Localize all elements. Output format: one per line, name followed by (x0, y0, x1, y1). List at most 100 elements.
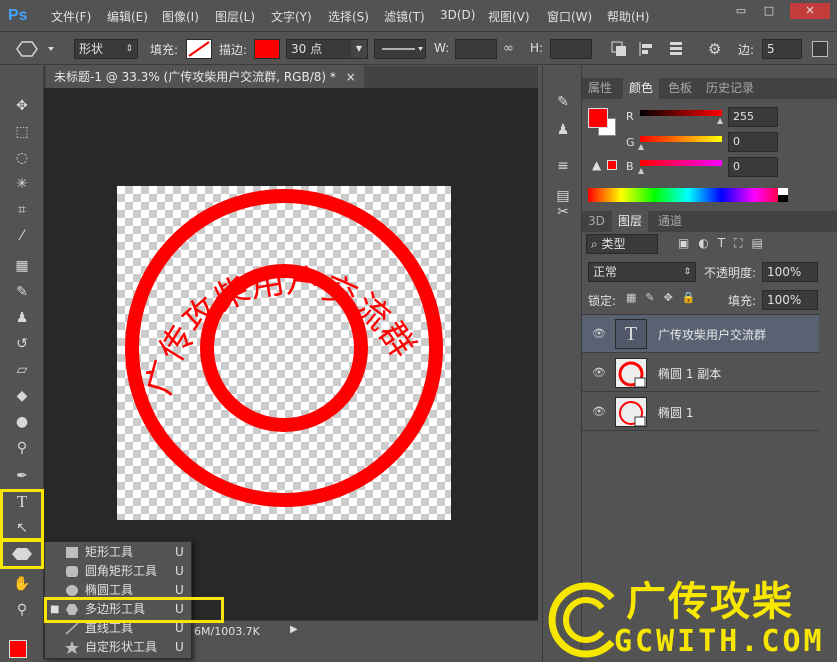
updown-arrow-icon: ⇕ (683, 267, 691, 277)
menu-image[interactable]: 图像(I) (162, 8, 199, 25)
color-spectrum-bar[interactable] (588, 188, 788, 202)
menu-3d[interactable]: 3D(D) (440, 8, 475, 22)
close-button[interactable]: ✕ (790, 3, 830, 19)
character-panel-icon[interactable]: ≡ (549, 154, 577, 178)
maximize-button[interactable]: □ (756, 3, 782, 19)
menu-bar: Ps 文件(F) 编辑(E) 图像(I) 图层(L) 文字(Y) 选择(S) 滤… (0, 0, 837, 32)
tab-close-icon[interactable]: × (346, 70, 356, 84)
eraser-tool-icon[interactable]: ▱ (8, 358, 36, 382)
stroke-swatch[interactable] (254, 39, 280, 59)
height-field[interactable] (550, 39, 592, 59)
flyout-rectangle-tool[interactable]: 矩形工具 U (45, 543, 191, 562)
document-canvas[interactable]: 广传攻柴用户交流群 (117, 186, 451, 520)
layer-row-text[interactable]: 👁 T 广传攻柴用户交流群 (582, 315, 819, 353)
status-arrow-icon[interactable]: ▶ (290, 624, 298, 635)
opacity-field[interactable]: 100% (762, 262, 818, 282)
paint-bucket-tool-icon[interactable]: ◆ (8, 384, 36, 408)
green-value-field[interactable]: 0 (728, 132, 778, 152)
color-panel-foreground-swatch[interactable] (588, 108, 608, 128)
path-arrangement-icon[interactable] (666, 39, 688, 59)
magic-wand-tool-icon[interactable]: ✳ (8, 172, 36, 196)
flyout-custom-shape-tool[interactable]: 自定形状工具 U (45, 638, 191, 657)
width-field[interactable] (455, 39, 497, 59)
zoom-tool-icon[interactable]: ⚲ (8, 598, 36, 622)
menu-view[interactable]: 视图(V) (488, 8, 530, 25)
layer-filter-select[interactable]: ⌕ 类型 (586, 234, 658, 254)
tab-3d[interactable]: 3D (582, 211, 611, 232)
foreground-color-swatch[interactable] (9, 640, 27, 658)
lasso-tool-icon[interactable]: ◌ (8, 146, 36, 170)
blur-tool-icon[interactable]: ● (8, 410, 36, 434)
right-panels: 属性 颜色 色板 历史记录 ▲ R ▲ 255 G ▲ 0 B ▲ 0 3D 图… (582, 66, 837, 662)
layer-row-ellipse-copy[interactable]: 👁 椭圆 1 副本 (582, 354, 819, 392)
brush-tool-icon[interactable]: ✎ (8, 280, 36, 304)
fill-field[interactable]: 100% (762, 290, 818, 310)
web-safe-swatch[interactable] (607, 160, 617, 170)
lock-icons[interactable]: ▦✎✥🔒 (626, 291, 705, 304)
tools-panel-icon[interactable]: ✂ (549, 200, 577, 224)
path-alignment-icon[interactable] (636, 39, 658, 59)
menu-edit[interactable]: 编辑(E) (107, 8, 148, 25)
tab-properties[interactable]: 属性 (582, 78, 618, 99)
history-brush-tool-icon[interactable]: ↺ (8, 332, 36, 356)
green-slider[interactable] (640, 136, 722, 142)
menu-type[interactable]: 文字(Y) (271, 8, 312, 25)
stamp-text: 广传攻柴用户交流群 (139, 261, 422, 399)
align-edges-checkbox[interactable] (812, 41, 828, 57)
minimize-button[interactable]: ▭ (728, 3, 754, 19)
menu-filter[interactable]: 滤镜(T) (384, 8, 425, 25)
path-operations-icon[interactable] (608, 39, 630, 59)
blue-value-field[interactable]: 0 (728, 157, 778, 177)
flyout-rounded-rectangle-tool[interactable]: 圆角矩形工具 U (45, 562, 191, 581)
eye-icon[interactable]: 👁 (592, 327, 606, 341)
tab-history[interactable]: 历史记录 (700, 78, 760, 99)
hand-tool-icon[interactable]: ✋ (8, 572, 36, 596)
red-slider-handle[interactable]: ▲ (717, 116, 723, 125)
line-icon (65, 622, 79, 635)
stroke-type-select[interactable] (374, 39, 426, 59)
blue-slider-handle[interactable]: ▲ (638, 166, 644, 175)
clone-stamp-tool-icon[interactable]: ♟ (8, 306, 36, 330)
gear-icon[interactable]: ⚙ (708, 39, 728, 59)
tab-color[interactable]: 颜色 (623, 78, 660, 99)
blue-slider[interactable] (640, 160, 722, 166)
pen-tool-icon[interactable]: ✒ (8, 464, 36, 488)
eyedropper-tool-icon[interactable]: ⁄ (8, 224, 36, 248)
menu-file[interactable]: 文件(F) (51, 8, 91, 25)
stroke-size-field[interactable]: 30 点 ▼ (286, 39, 368, 59)
crop-tool-icon[interactable]: ⌗ (8, 198, 36, 222)
layer-filter-icons[interactable]: ▣◐T⛶▤ (678, 236, 772, 251)
green-slider-handle[interactable]: ▲ (638, 142, 644, 151)
color-panel-tabs: 属性 颜色 色板 历史记录 (582, 78, 837, 99)
dodge-tool-icon[interactable]: ⚲ (8, 436, 36, 460)
link-icon[interactable]: ∞ (503, 39, 521, 59)
sides-field[interactable]: 5 (762, 39, 802, 59)
toolbox: ✥ ⬚ ◌ ✳ ⌗ ⁄ ▦ ✎ ♟ ↺ ▱ ◆ ● ⚲ ✒ T ↖ ✋ ⚲ (0, 66, 44, 662)
dropdown-arrow-icon[interactable]: ▼ (351, 40, 367, 58)
menu-help[interactable]: 帮助(H) (607, 8, 649, 25)
menu-layer[interactable]: 图层(L) (215, 8, 255, 25)
red-value-field[interactable]: 255 (728, 107, 778, 127)
menu-select[interactable]: 选择(S) (328, 8, 369, 25)
tab-swatches[interactable]: 色板 (662, 78, 698, 99)
tab-channels[interactable]: 通道 (652, 211, 688, 232)
tab-layers[interactable]: 图层 (612, 211, 649, 232)
stroke-label: 描边: (219, 43, 248, 57)
opacity-label: 不透明度: (704, 266, 757, 280)
healing-brush-tool-icon[interactable]: ▦ (8, 254, 36, 278)
document-tab[interactable]: 未标题-1 @ 33.3% (广传攻柴用户交流群, RGB/8) * × (46, 66, 364, 88)
eye-icon[interactable]: 👁 (592, 366, 606, 380)
red-slider[interactable] (640, 110, 722, 116)
layer-row-ellipse[interactable]: 👁 椭圆 1 (582, 393, 819, 431)
marquee-tool-icon[interactable]: ⬚ (8, 120, 36, 144)
clone-source-icon[interactable]: ♟ (549, 118, 577, 142)
tool-preset-picker[interactable] (8, 39, 60, 59)
menu-window[interactable]: 窗口(W) (547, 8, 592, 25)
brush-presets-icon[interactable]: ✎ (549, 90, 577, 114)
fill-swatch[interactable] (186, 39, 212, 59)
eye-icon[interactable]: 👁 (592, 405, 606, 419)
black-white-ramp[interactable] (778, 188, 788, 202)
blend-mode-select[interactable]: 正常 ⇕ (588, 262, 696, 282)
shape-mode-select[interactable]: 形状 ⇕ (74, 39, 138, 59)
move-tool-icon[interactable]: ✥ (8, 94, 36, 118)
